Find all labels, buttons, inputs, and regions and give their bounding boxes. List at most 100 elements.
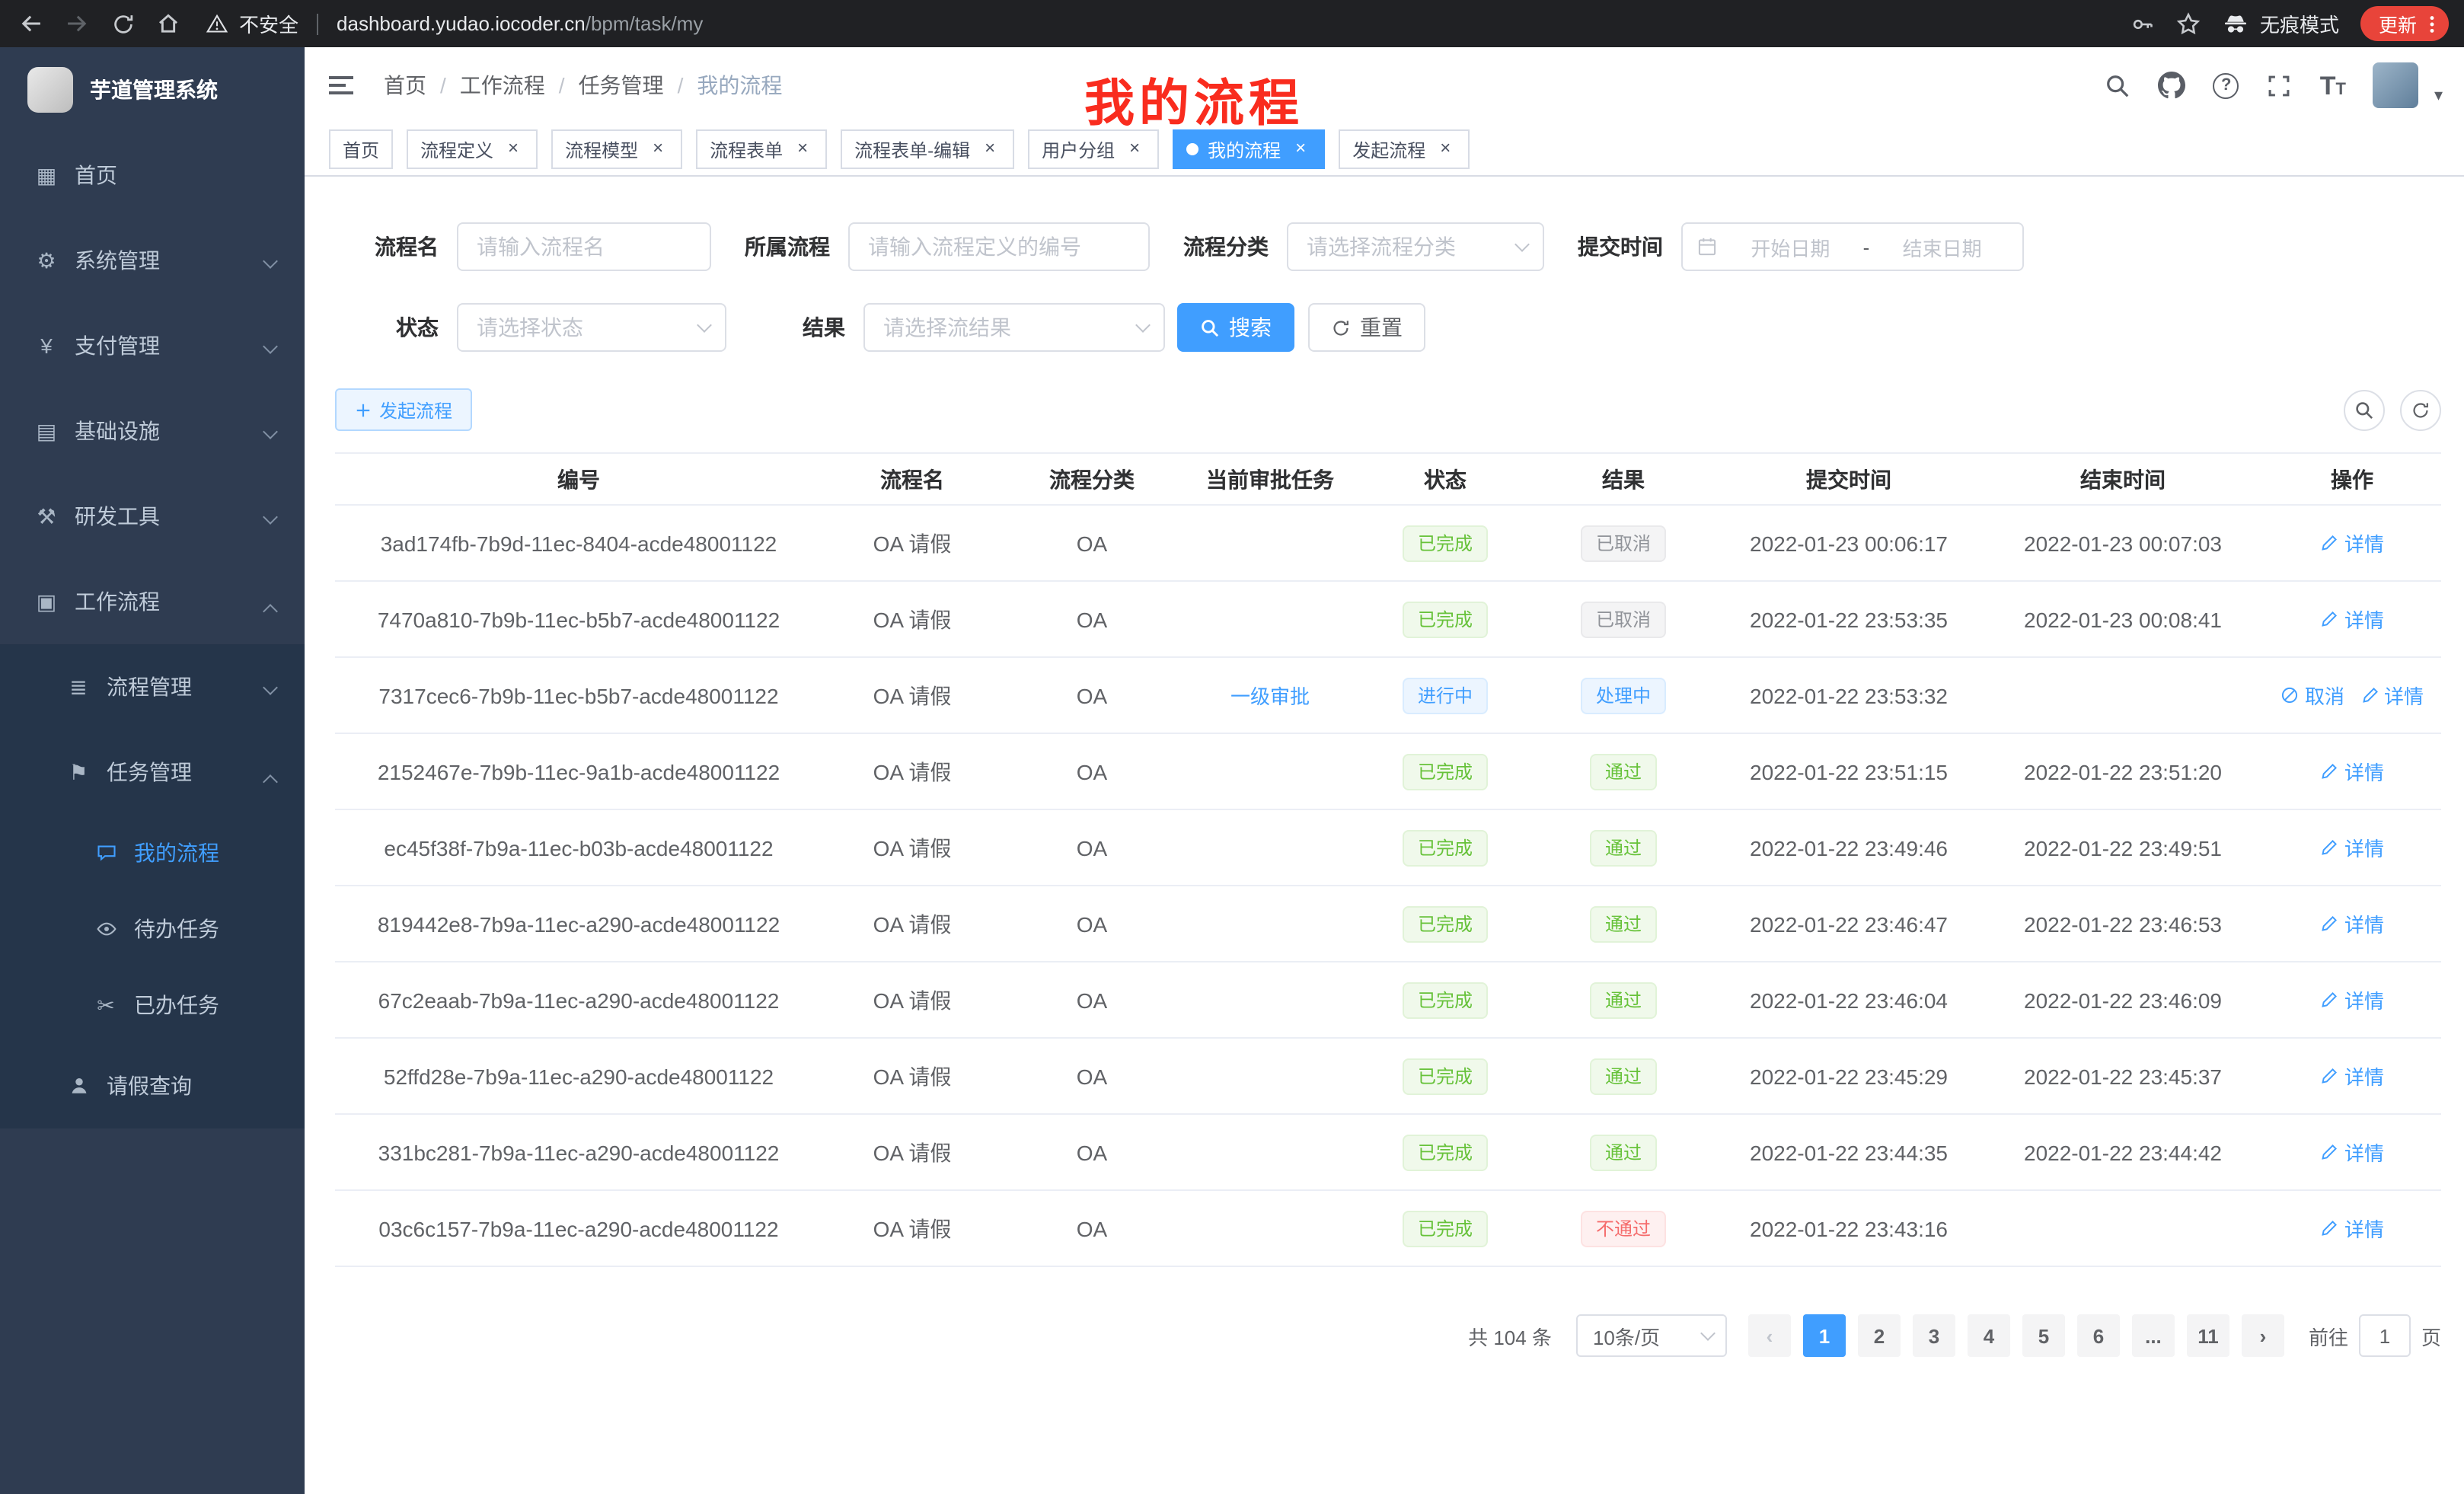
app-logo[interactable]: 芋道管理系统 [0, 47, 305, 132]
breadcrumb-separator: / [559, 73, 565, 97]
refresh-table-button[interactable] [2400, 389, 2441, 430]
tab[interactable]: 首页 [329, 129, 393, 169]
page-button[interactable]: 3 [1913, 1314, 1955, 1357]
cell-task [1182, 886, 1358, 962]
goto-page-input[interactable] [2359, 1314, 2411, 1357]
detail-link[interactable]: 详情 [2320, 757, 2384, 786]
category-select[interactable]: 请选择流程分类 [1287, 222, 1544, 271]
status-badge: 已完成 [1403, 1134, 1488, 1170]
sidebar-item-home[interactable]: ▦首页 [0, 132, 305, 218]
url-text[interactable]: dashboard.yudao.iocoder.cn/bpm/task/my [337, 12, 703, 35]
breadcrumb-item[interactable]: 首页 [384, 70, 426, 101]
fullscreen-icon[interactable] [2267, 72, 2293, 98]
detail-link[interactable]: 详情 [2320, 528, 2384, 557]
key-icon[interactable] [2130, 11, 2155, 36]
hamburger-icon[interactable] [305, 72, 378, 99]
detail-link[interactable]: 详情 [2320, 833, 2384, 862]
detail-link[interactable]: 详情 [2320, 605, 2384, 634]
update-label: 更新 [2379, 9, 2417, 38]
chevron-up-icon [263, 774, 278, 790]
close-icon[interactable]: × [1290, 139, 1311, 160]
security-label[interactable]: 不安全 [239, 9, 298, 38]
breadcrumb-separator: / [440, 73, 446, 97]
tab[interactable]: 流程表单× [696, 129, 827, 169]
pager-ellipsis[interactable]: ... [2132, 1314, 2175, 1357]
page-button[interactable]: 5 [2022, 1314, 2065, 1357]
cancel-link[interactable]: 取消 [2280, 681, 2344, 710]
detail-link[interactable]: 详情 [2320, 985, 2384, 1014]
tab[interactable]: 流程模型× [551, 129, 682, 169]
sidebar-item-my-process[interactable]: 我的流程 [0, 815, 305, 891]
search-button[interactable]: 搜索 [1177, 303, 1294, 352]
page-button[interactable]: 1 [1803, 1314, 1846, 1357]
sidebar-item-task-mgmt[interactable]: ⚑任务管理 [0, 729, 305, 815]
cell-name: OA 请假 [822, 505, 1002, 581]
page-button[interactable]: 11 [2187, 1314, 2229, 1357]
sidebar-item-label: 任务管理 [107, 757, 192, 787]
submit-time-range-picker[interactable]: 开始日期 - 结束日期 [1681, 222, 2024, 271]
update-button[interactable]: 更新 [2360, 6, 2449, 41]
process-def-input[interactable] [848, 222, 1150, 271]
reload-button[interactable] [104, 5, 142, 43]
detail-link[interactable]: 详情 [2320, 1214, 2384, 1243]
sidebar-item-payment[interactable]: ¥支付管理 [0, 303, 305, 388]
close-icon[interactable]: × [647, 139, 669, 160]
sidebar-item-infrastructure[interactable]: ▤基础设施 [0, 388, 305, 474]
close-icon[interactable]: × [792, 139, 813, 160]
chevron-down-icon[interactable]: ▾ [2434, 85, 2443, 108]
next-page-button[interactable]: › [2242, 1314, 2284, 1357]
result-badge: 不通过 [1581, 1210, 1666, 1247]
result-select[interactable]: 请选择流结果 [863, 303, 1165, 352]
home-button[interactable] [149, 5, 187, 43]
cell-name: OA 请假 [822, 962, 1002, 1038]
detail-link[interactable]: 详情 [2320, 909, 2384, 938]
status-badge: 已完成 [1403, 753, 1488, 790]
page-button[interactable]: 2 [1858, 1314, 1901, 1357]
address-bar[interactable]: 不安全 dashboard.yudao.iocoder.cn/bpm/task/… [206, 9, 2130, 38]
avatar[interactable] [2373, 62, 2419, 108]
breadcrumb-item[interactable]: 工作流程 [460, 70, 545, 101]
font-size-icon[interactable] [2320, 72, 2346, 98]
detail-link[interactable]: 详情 [2360, 681, 2424, 710]
cell-id: 52ffd28e-7b9a-11ec-a290-acde48001122 [335, 1038, 822, 1114]
page-button[interactable]: 4 [1968, 1314, 2010, 1357]
tab[interactable]: 流程定义× [407, 129, 538, 169]
menu-icon[interactable] [2421, 13, 2443, 34]
close-icon[interactable]: × [503, 139, 524, 160]
bookmark-star-icon[interactable] [2176, 11, 2201, 36]
cell-actions: 详情 [2263, 962, 2441, 1038]
sidebar-item-label: 支付管理 [75, 330, 160, 361]
back-button[interactable] [12, 5, 50, 43]
forward-button[interactable] [58, 5, 96, 43]
sidebar-item-workflow[interactable]: ▣工作流程 [0, 559, 305, 644]
reset-button[interactable]: 重置 [1308, 303, 1425, 352]
detail-link[interactable]: 详情 [2320, 1138, 2384, 1167]
status-select[interactable]: 请选择状态 [457, 303, 726, 352]
prev-page-button[interactable]: ‹ [1748, 1314, 1791, 1357]
start-process-button[interactable]: 发起流程 [335, 388, 472, 431]
search-icon[interactable] [2105, 72, 2131, 98]
close-icon[interactable]: × [1124, 139, 1145, 160]
sidebar-item-devtools[interactable]: ⚒研发工具 [0, 474, 305, 559]
cell-submit-time: 2022-01-22 23:53:32 [1715, 657, 1983, 733]
close-icon[interactable]: × [1435, 139, 1456, 160]
sidebar-item-system[interactable]: ⚙系统管理 [0, 218, 305, 303]
tab[interactable]: 发起流程× [1339, 129, 1470, 169]
task-link[interactable]: 一级审批 [1230, 681, 1310, 710]
goto-label: 前往 [2309, 1321, 2348, 1350]
github-icon[interactable] [2159, 72, 2186, 99]
help-icon[interactable] [2213, 72, 2239, 98]
sidebar-item-process-mgmt[interactable]: ≣流程管理 [0, 644, 305, 729]
sidebar-item-leave-query[interactable]: 请假查询 [0, 1043, 305, 1128]
page-size-select[interactable]: 10条/页 [1576, 1314, 1727, 1357]
sidebar-item-label: 已办任务 [134, 990, 219, 1020]
close-icon[interactable]: × [979, 139, 1001, 160]
breadcrumb-item[interactable]: 任务管理 [579, 70, 664, 101]
tab[interactable]: 流程表单-编辑× [841, 129, 1014, 169]
detail-link[interactable]: 详情 [2320, 1061, 2384, 1090]
sidebar-item-todo-tasks[interactable]: 待办任务 [0, 891, 305, 967]
show-search-button[interactable] [2344, 389, 2385, 430]
sidebar-item-done-tasks[interactable]: ✂已办任务 [0, 967, 305, 1043]
page-button[interactable]: 6 [2077, 1314, 2120, 1357]
process-name-input[interactable] [457, 222, 711, 271]
